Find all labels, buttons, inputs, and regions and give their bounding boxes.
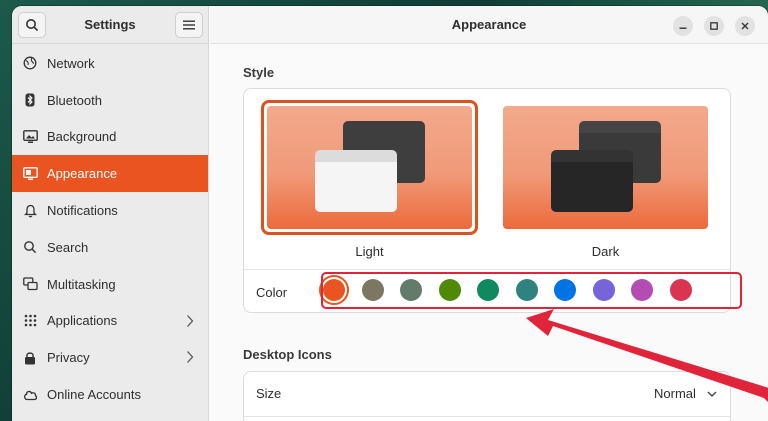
annotation-arrow-shape bbox=[526, 309, 768, 402]
annotation-arrow bbox=[526, 309, 768, 402]
